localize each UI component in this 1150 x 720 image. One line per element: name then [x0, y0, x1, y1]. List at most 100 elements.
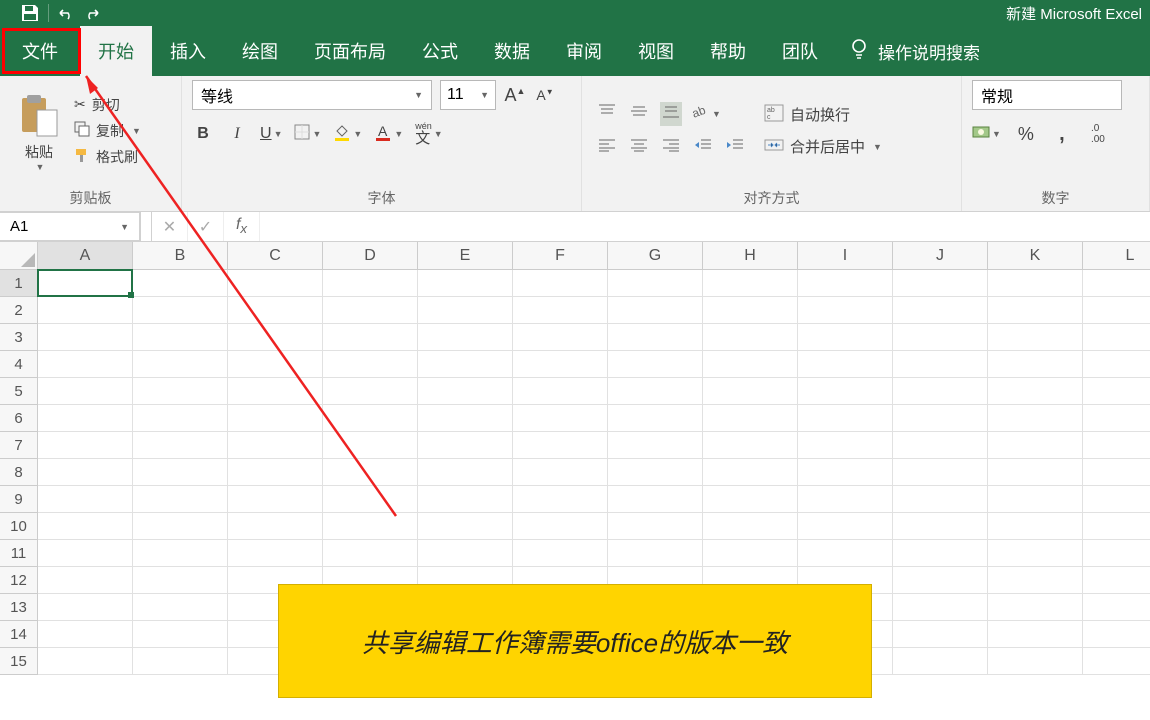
tab-help[interactable]: 帮助 — [692, 26, 764, 76]
column-header[interactable]: I — [798, 242, 893, 270]
cell[interactable] — [1083, 567, 1150, 594]
cell[interactable] — [323, 324, 418, 351]
cell[interactable] — [1083, 351, 1150, 378]
align-right-button[interactable] — [660, 136, 682, 160]
row-header[interactable]: 15 — [0, 648, 38, 675]
cell[interactable] — [1083, 513, 1150, 540]
cell[interactable] — [798, 270, 893, 297]
cell[interactable] — [38, 432, 133, 459]
cell[interactable] — [133, 432, 228, 459]
cell[interactable] — [513, 432, 608, 459]
cell[interactable] — [418, 405, 513, 432]
cell[interactable] — [513, 513, 608, 540]
cell[interactable] — [988, 459, 1083, 486]
cut-button[interactable]: ✂ 剪切 — [74, 95, 141, 115]
column-header[interactable]: H — [703, 242, 798, 270]
cell[interactable] — [38, 270, 133, 297]
row-header[interactable]: 9 — [0, 486, 38, 513]
cell[interactable] — [703, 648, 798, 675]
cell[interactable] — [228, 405, 323, 432]
cell[interactable] — [798, 648, 893, 675]
save-icon[interactable] — [20, 3, 40, 23]
column-header[interactable]: J — [893, 242, 988, 270]
tab-team[interactable]: 团队 — [764, 26, 836, 76]
number-format-combo[interactable]: 常规 — [972, 80, 1122, 110]
cell[interactable] — [988, 648, 1083, 675]
orientation-button[interactable]: ab▼ — [692, 102, 721, 126]
cell[interactable] — [228, 486, 323, 513]
row-header[interactable]: 3 — [0, 324, 38, 351]
cell[interactable] — [418, 432, 513, 459]
cell[interactable] — [1083, 594, 1150, 621]
align-left-button[interactable] — [596, 136, 618, 160]
cell[interactable] — [1083, 378, 1150, 405]
cell[interactable] — [1083, 621, 1150, 648]
cell[interactable] — [703, 324, 798, 351]
tab-draw[interactable]: 绘图 — [224, 26, 296, 76]
cell[interactable] — [988, 297, 1083, 324]
cell[interactable] — [893, 405, 988, 432]
cell[interactable] — [798, 297, 893, 324]
cell[interactable] — [228, 513, 323, 540]
cell[interactable] — [893, 513, 988, 540]
cell[interactable] — [703, 351, 798, 378]
cell[interactable] — [1083, 459, 1150, 486]
cell[interactable] — [323, 351, 418, 378]
cell[interactable] — [1083, 405, 1150, 432]
cell[interactable] — [608, 459, 703, 486]
cell[interactable] — [418, 486, 513, 513]
cell[interactable] — [38, 621, 133, 648]
cell[interactable] — [323, 432, 418, 459]
cell[interactable] — [798, 378, 893, 405]
tab-pagelayout[interactable]: 页面布局 — [296, 26, 404, 76]
font-name-combo[interactable]: 等线 ▼ — [192, 80, 432, 110]
column-header[interactable]: L — [1083, 242, 1150, 270]
cell[interactable] — [988, 432, 1083, 459]
cell[interactable] — [38, 513, 133, 540]
cell[interactable] — [608, 351, 703, 378]
cell[interactable] — [228, 324, 323, 351]
increase-font-button[interactable]: A▲ — [504, 83, 526, 107]
align-middle-button[interactable] — [628, 102, 650, 126]
cell[interactable] — [38, 540, 133, 567]
cell[interactable] — [323, 513, 418, 540]
cell[interactable] — [38, 405, 133, 432]
row-header[interactable]: 4 — [0, 351, 38, 378]
cell[interactable] — [418, 594, 513, 621]
cell[interactable] — [323, 459, 418, 486]
cell[interactable] — [608, 270, 703, 297]
cell[interactable] — [893, 297, 988, 324]
cell[interactable] — [133, 648, 228, 675]
cell[interactable] — [893, 567, 988, 594]
cell[interactable] — [988, 513, 1083, 540]
cell[interactable] — [133, 270, 228, 297]
cell[interactable] — [513, 405, 608, 432]
cell[interactable] — [513, 540, 608, 567]
cell[interactable] — [418, 351, 513, 378]
cell[interactable] — [418, 459, 513, 486]
cell[interactable] — [418, 648, 513, 675]
cell[interactable] — [988, 567, 1083, 594]
cancel-formula-button[interactable]: ✕ — [152, 212, 188, 241]
merge-center-button[interactable]: 合并后居中▼ — [764, 136, 882, 158]
cell[interactable] — [893, 459, 988, 486]
phonetic-guide-button[interactable]: wén文▼ — [415, 122, 442, 146]
cell[interactable] — [608, 594, 703, 621]
cell[interactable] — [418, 513, 513, 540]
select-all-button[interactable] — [0, 242, 38, 270]
cell[interactable] — [513, 270, 608, 297]
cell[interactable] — [513, 594, 608, 621]
cell[interactable] — [38, 486, 133, 513]
cell[interactable] — [988, 324, 1083, 351]
cell[interactable] — [798, 513, 893, 540]
cell[interactable] — [798, 621, 893, 648]
undo-icon[interactable] — [57, 6, 75, 20]
cell[interactable] — [703, 405, 798, 432]
cell[interactable] — [133, 513, 228, 540]
font-size-combo[interactable]: 11 ▼ — [440, 80, 496, 110]
cell[interactable] — [608, 540, 703, 567]
underline-button[interactable]: U▼ — [260, 122, 282, 146]
increase-indent-button[interactable] — [724, 136, 746, 160]
row-header[interactable]: 12 — [0, 567, 38, 594]
cell[interactable] — [798, 486, 893, 513]
